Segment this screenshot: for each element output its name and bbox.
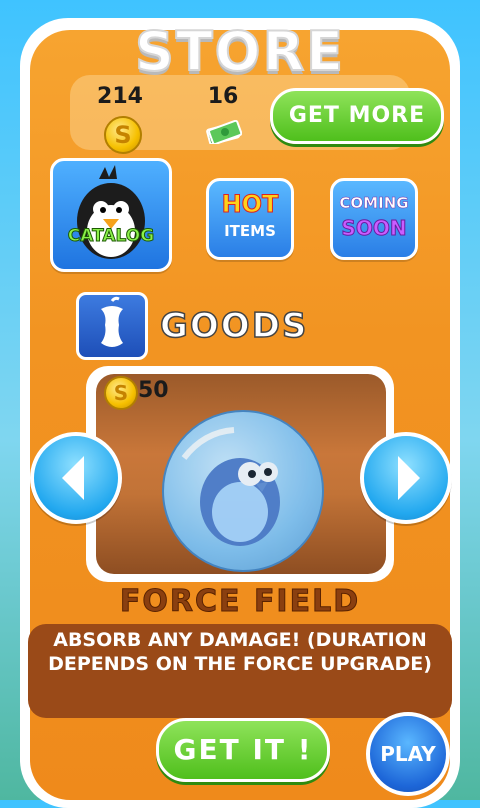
catalog-label: CATALOG — [67, 226, 155, 247]
tab-catalog[interactable] — [50, 158, 172, 272]
force-field-icon — [162, 410, 324, 572]
play-button[interactable]: PLAY — [366, 712, 450, 796]
cash-count: 16 — [207, 84, 239, 109]
coin-count: 214 — [97, 84, 143, 109]
chevron-right-icon — [398, 456, 420, 500]
get-it-button[interactable]: GET IT ! — [156, 718, 330, 782]
apple-core-icon — [101, 296, 123, 347]
goods-category-icon[interactable] — [76, 292, 148, 360]
items-label: ITEMS — [224, 222, 276, 240]
coming-label: COMING — [339, 194, 409, 213]
cash-icon — [206, 119, 243, 146]
price-coin-icon: S — [104, 376, 138, 410]
item-name: FORCE FIELD — [119, 584, 361, 620]
next-item-button[interactable] — [360, 432, 452, 524]
item-price: 50 — [138, 378, 169, 403]
get-more-button[interactable]: GET MORE — [270, 88, 444, 144]
previous-item-button[interactable] — [30, 432, 122, 524]
soon-label: SOON — [341, 216, 407, 241]
section-title: GOODS — [159, 305, 309, 347]
item-description: ABSORB ANY DAMAGE! (DURATION DEPENDS ON … — [48, 629, 432, 675]
hot-label: HOT — [221, 190, 279, 219]
coin-icon: S — [104, 116, 142, 154]
chevron-left-icon — [62, 456, 84, 500]
penguin-icon — [77, 165, 145, 259]
page-title: STORE — [134, 19, 346, 84]
